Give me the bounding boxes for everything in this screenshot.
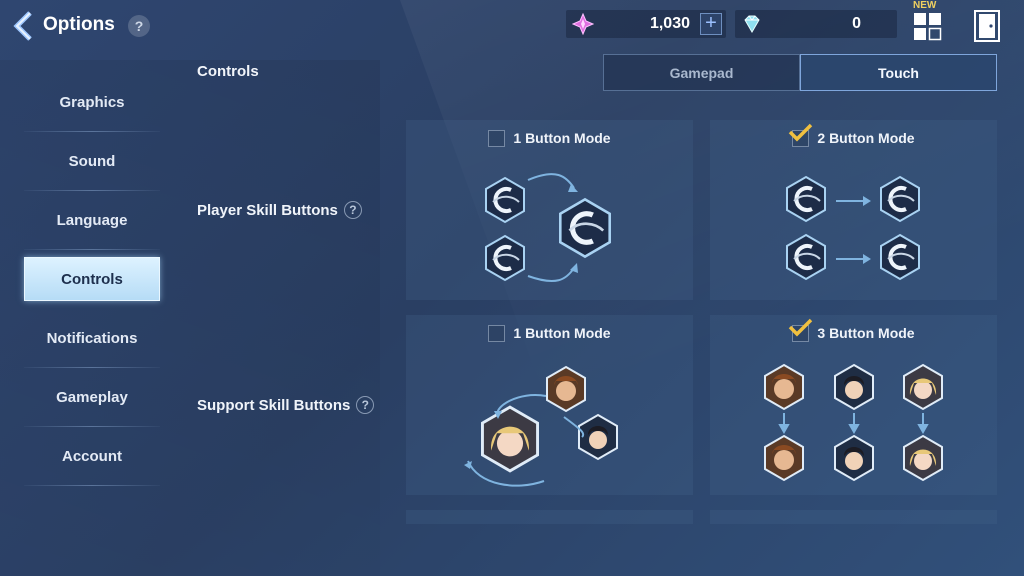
page-title: Options: [43, 14, 115, 35]
player-2-button-mode-option[interactable]: 2 Button Mode: [710, 120, 997, 300]
menu-grid-button[interactable]: [913, 12, 943, 42]
mode-checkbox[interactable]: [789, 318, 813, 342]
top-bar: Options ? 1,030 + 0 NEW: [0, 0, 1024, 50]
next-row-option-right: [710, 510, 997, 524]
menu-grid-icon: [914, 13, 942, 41]
help-icon[interactable]: ?: [128, 15, 150, 37]
skill-button-diagram: [785, 175, 921, 281]
row-label-text: Player Skill Buttons: [197, 201, 338, 219]
support-3-button-mode-option[interactable]: 3 Button Mode: [710, 315, 997, 495]
checkmark-icon: [789, 123, 813, 141]
player-skill-label: Player Skill Buttons ?: [197, 201, 362, 219]
option-header: 1 Button Mode: [406, 315, 693, 351]
mode-checkbox[interactable]: [488, 129, 506, 147]
option-label: 1 Button Mode: [513, 130, 611, 146]
sidebar-item-controls[interactable]: Controls: [24, 257, 160, 301]
mode-checkbox[interactable]: [488, 324, 506, 342]
sidebar-item-language[interactable]: Language: [24, 191, 160, 250]
option-label: 3 Button Mode: [817, 325, 915, 341]
gem-currency: 1,030 +: [566, 10, 726, 38]
support-portrait-diagram: [464, 366, 618, 487]
sidebar-item-sound[interactable]: Sound: [24, 132, 160, 191]
exit-button[interactable]: [974, 10, 1000, 42]
support-skill-label: Support Skill Buttons ?: [197, 396, 375, 414]
row-label-text: Support Skill Buttons: [197, 396, 351, 414]
diamond-currency: 0: [735, 10, 897, 38]
skill-button-diagram: [484, 173, 693, 283]
add-gems-button[interactable]: +: [700, 13, 722, 35]
sidebar-item-account[interactable]: Account: [24, 427, 160, 486]
new-badge: NEW: [913, 0, 937, 11]
sidebar-item-gameplay[interactable]: Gameplay: [24, 368, 160, 427]
support-1-button-mode-option[interactable]: 1 Button Mode: [406, 315, 693, 495]
sidebar-item-notifications[interactable]: Notifications: [24, 309, 160, 368]
input-mode-tabs: Gamepad Touch: [603, 54, 997, 91]
pink-gem-icon: [572, 13, 594, 35]
checkmark-icon: [789, 318, 813, 336]
chevron-left-icon: [13, 11, 32, 41]
section-label: Controls: [197, 63, 259, 80]
option-header: 3 Button Mode: [710, 315, 997, 351]
support-portrait-diagram: [764, 364, 943, 481]
tab-gamepad[interactable]: Gamepad: [603, 54, 800, 91]
mode-checkbox[interactable]: [789, 123, 813, 147]
option-header: 2 Button Mode: [710, 120, 997, 156]
sidebar: Graphics Sound Language Controls Notific…: [24, 73, 160, 486]
next-row-option-left: [406, 510, 693, 524]
option-header: 1 Button Mode: [406, 120, 693, 156]
option-label: 2 Button Mode: [817, 130, 915, 146]
sidebar-item-graphics[interactable]: Graphics: [24, 73, 160, 132]
diamond-icon: [744, 15, 760, 33]
tab-touch[interactable]: Touch: [800, 54, 997, 91]
option-label: 1 Button Mode: [513, 325, 611, 341]
exit-door-icon: [974, 10, 1000, 42]
back-button[interactable]: [10, 10, 38, 42]
diamond-amount: 0: [852, 15, 861, 32]
help-icon[interactable]: ?: [356, 396, 375, 414]
player-1-button-mode-option[interactable]: 1 Button Mode: [406, 120, 693, 300]
gem-amount: 1,030: [649, 15, 690, 32]
help-icon[interactable]: ?: [343, 201, 362, 219]
